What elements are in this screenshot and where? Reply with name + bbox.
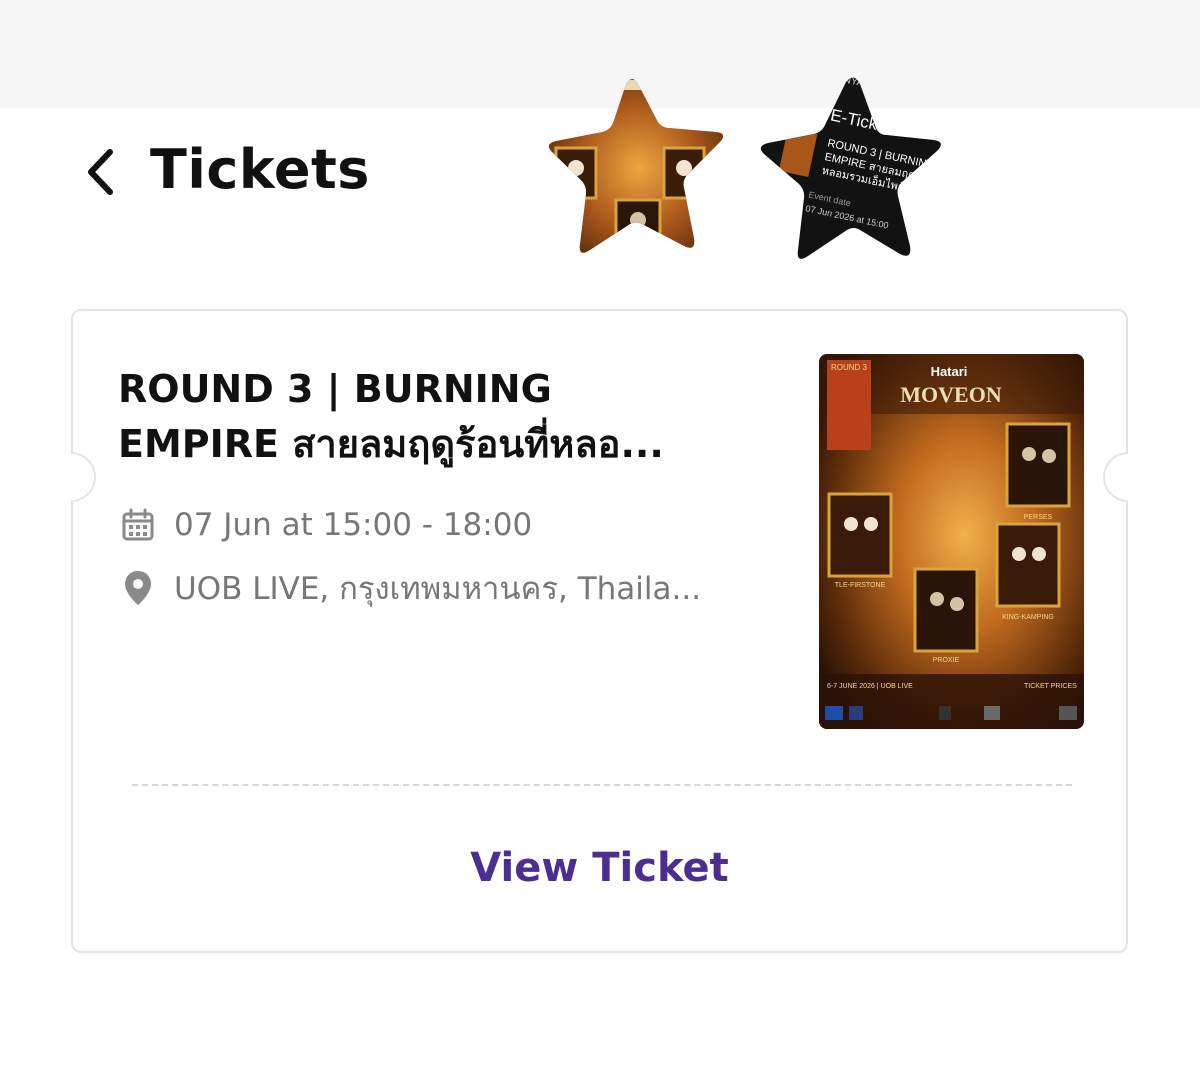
poster-date-banner: 6-7 JUNE 2026 | UOB LIVE	[827, 683, 913, 690]
event-title: ROUND 3 | BURNING EMPIRE สายลมฤดูร้อนที่…	[118, 362, 788, 472]
view-ticket-button[interactable]: View Ticket	[71, 845, 1128, 891]
event-location: UOB LIVE, กรุงเทพมหานคร, Thaila...	[174, 571, 702, 607]
poster-booth-tle: TLE-FIRSTONE	[835, 582, 886, 589]
poster-ticket-prices: TICKET PRICES	[1024, 683, 1077, 690]
poster-headline: MOVEON	[900, 382, 1002, 407]
page-title: Tickets	[150, 138, 370, 201]
event-title-line2: EMPIRE สายลมฤดูร้อนที่หลอ...	[118, 422, 664, 466]
event-date: 07 Jun at 15:00 - 18:00	[174, 507, 533, 543]
event-title-line1: ROUND 3 | BURNING	[118, 367, 552, 411]
chevron-left-icon	[88, 149, 113, 195]
poster-star-sticker	[548, 79, 724, 253]
calendar-icon	[118, 505, 158, 545]
event-date-row: 07 Jun at 15:00 - 18:00	[118, 505, 532, 545]
event-location-row: UOB LIVE, กรุงเทพมหานคร, Thaila...	[118, 563, 774, 613]
ticket-divider	[132, 784, 1072, 786]
sticker-brand-bottom: ARANYA H	[752, 218, 799, 239]
poster-round-badge: ROUND 3	[831, 363, 868, 372]
eticket-star-sticker: ARANYA HORTH Your E-Ticket ROUND 3 | BUR…	[752, 77, 941, 259]
poster-sponsor: Hatari	[931, 364, 968, 379]
back-button[interactable]	[72, 140, 128, 204]
poster-booth-perses: PERSES	[1024, 514, 1053, 521]
location-pin-icon	[118, 568, 158, 608]
poster-booth-king: KING-KAMPING	[1002, 614, 1054, 621]
event-poster-image[interactable]: ROUND 3 Hatari MOVEON PERSES TLE-FIRSTON…	[819, 354, 1084, 729]
poster-booth-proxie: PROXIE	[933, 657, 960, 664]
